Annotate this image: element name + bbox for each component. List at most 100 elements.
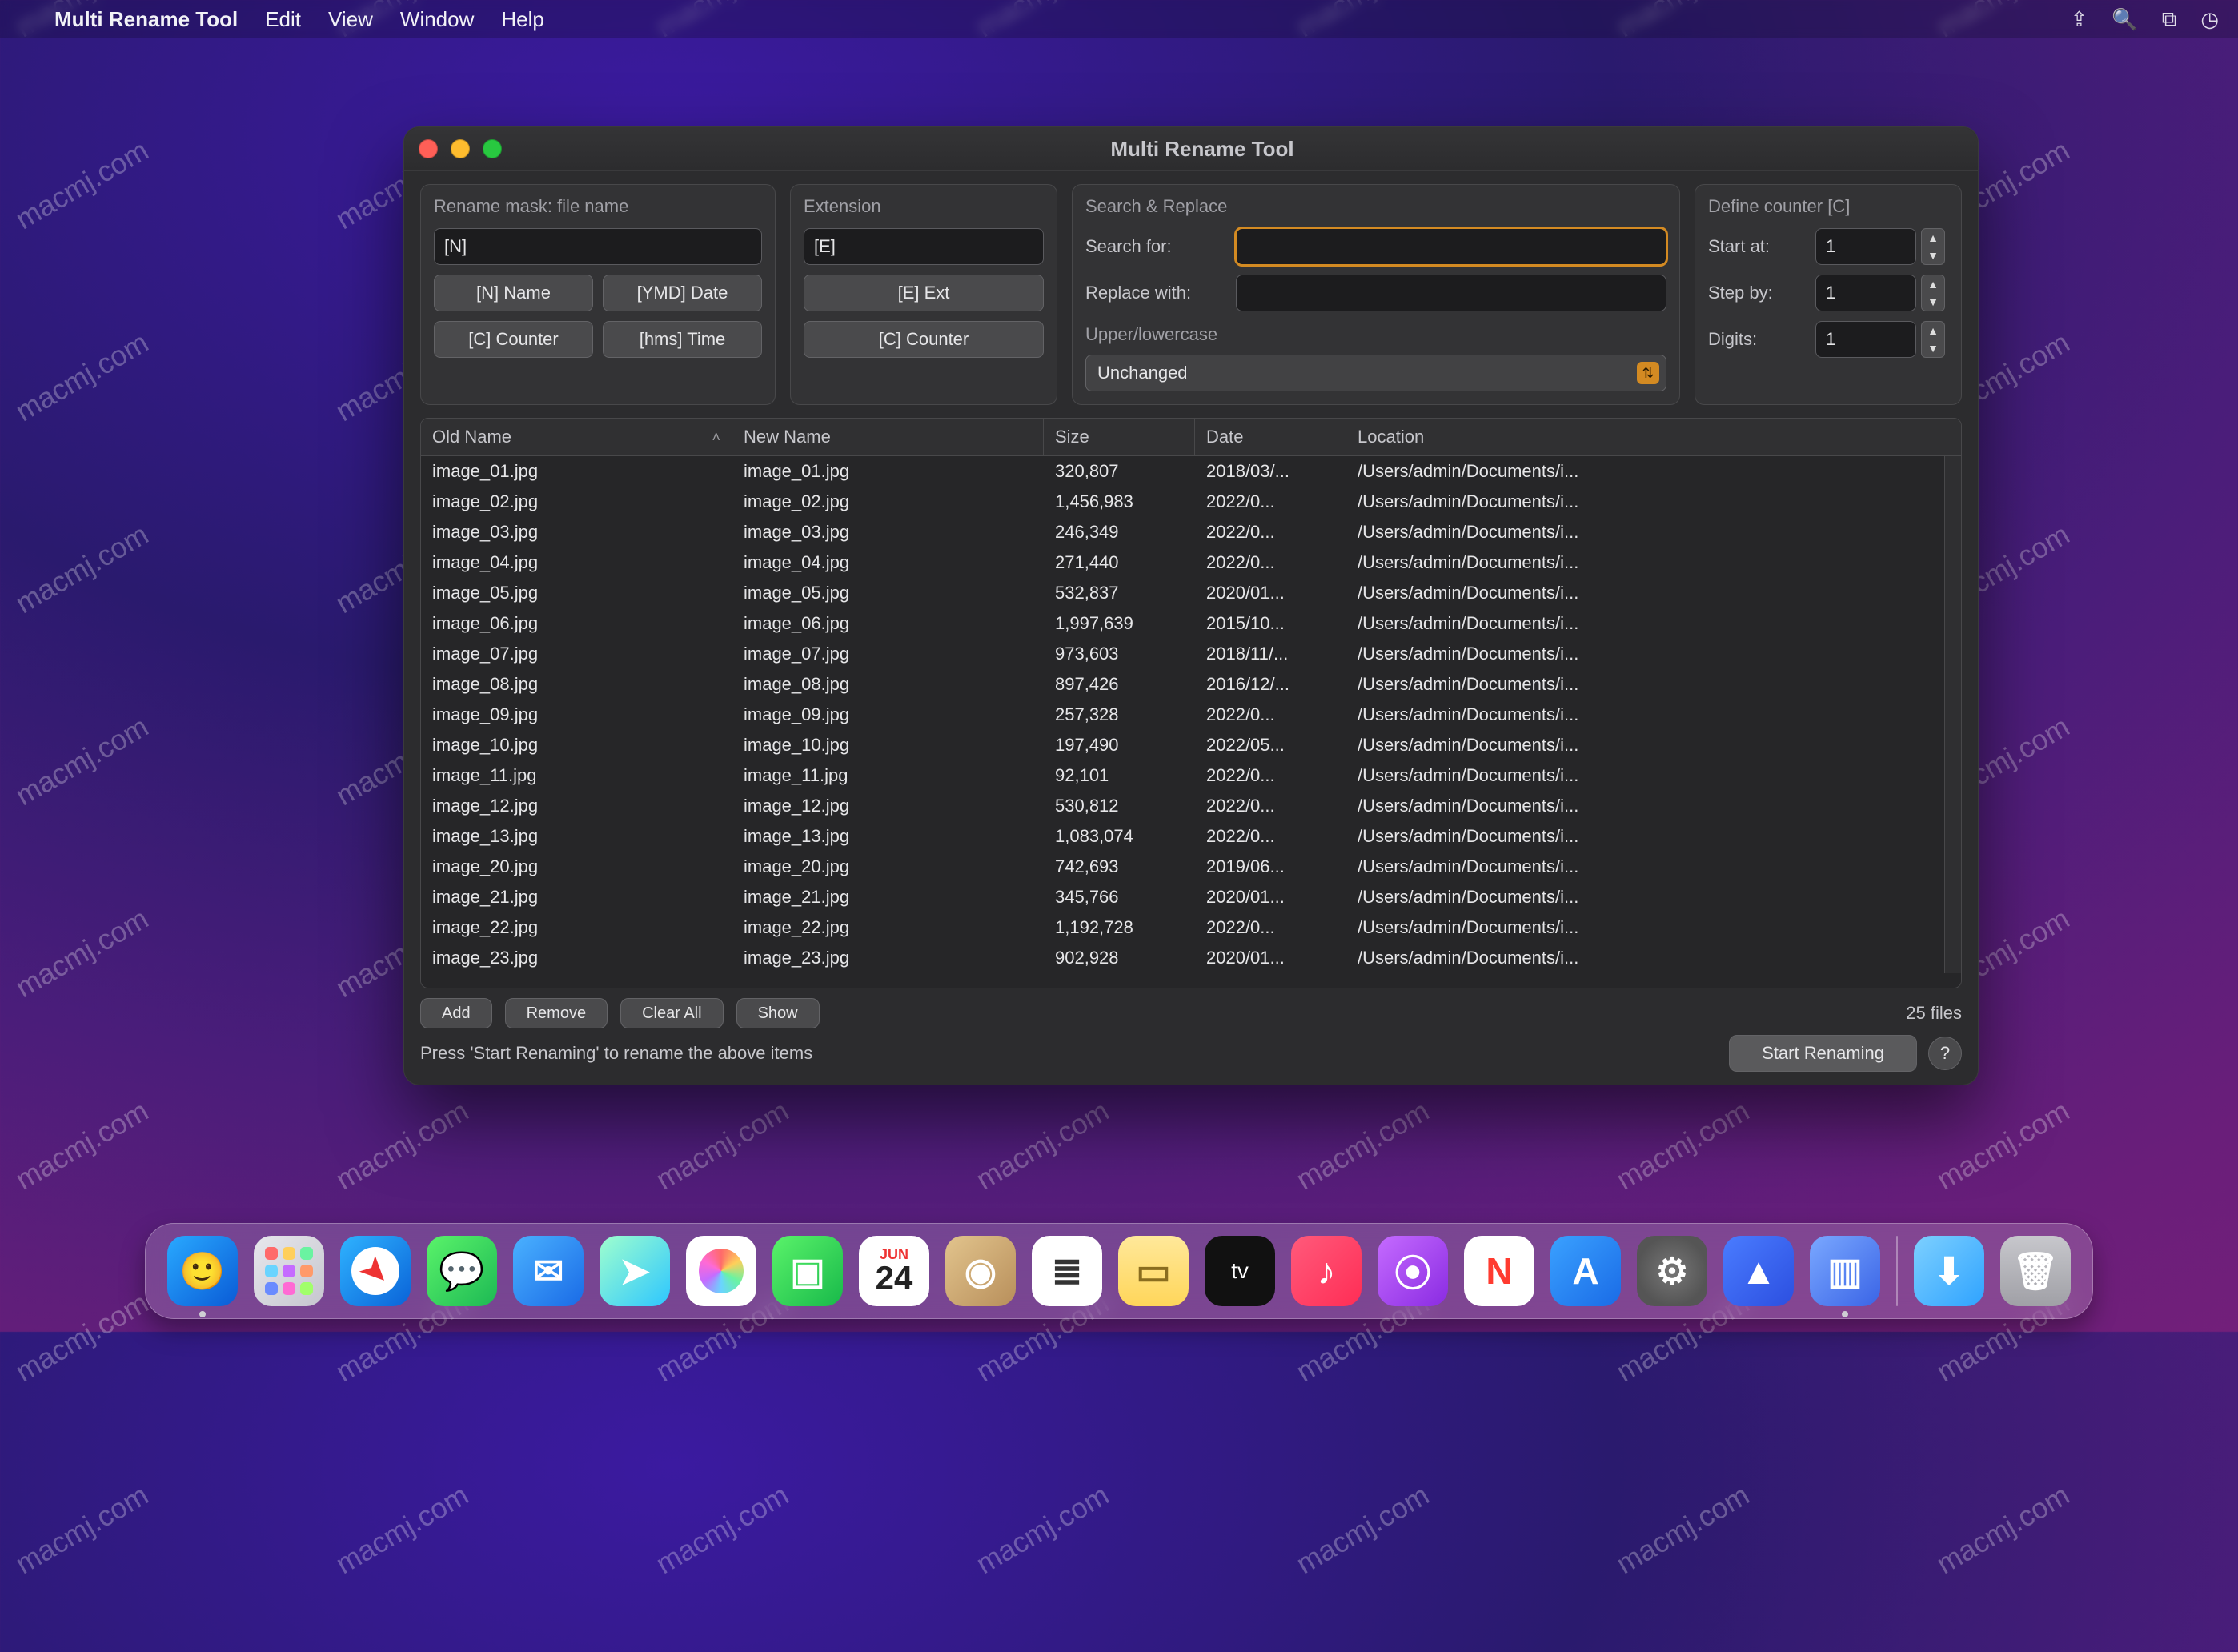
cell-location: /Users/admin/Documents/i... <box>1346 491 1944 512</box>
table-row[interactable]: image_08.jpgimage_08.jpg897,4262016/12/.… <box>421 669 1944 700</box>
status-text: Press 'Start Renaming' to rename the abo… <box>420 1043 812 1064</box>
cell-size: 257,328 <box>1044 704 1195 725</box>
remove-button[interactable]: Remove <box>505 998 608 1028</box>
table-row[interactable]: image_21.jpgimage_21.jpg345,7662020/01..… <box>421 882 1944 912</box>
minimize-button[interactable] <box>451 139 470 158</box>
dock-appstore[interactable]: A <box>1550 1236 1621 1306</box>
insert-counter-button[interactable]: [C] Counter <box>434 321 593 358</box>
spotlight-icon[interactable]: 🔍 <box>2112 7 2137 32</box>
table-row[interactable]: image_23.jpgimage_23.jpg902,9282020/01..… <box>421 943 1944 973</box>
cell-new-name: image_07.jpg <box>732 644 1044 664</box>
dock-notes[interactable]: ▭ <box>1118 1236 1189 1306</box>
cell-new-name: image_12.jpg <box>732 796 1044 816</box>
dock-contacts[interactable]: ◉ <box>945 1236 1016 1306</box>
clock-icon[interactable]: ◷ <box>2200 7 2219 32</box>
digits-stepper[interactable]: ▲▼ <box>1921 321 1945 358</box>
start-at-stepper[interactable]: ▲▼ <box>1921 228 1945 265</box>
add-button[interactable]: Add <box>420 998 492 1028</box>
table-row[interactable]: image_09.jpgimage_09.jpg257,3282022/0...… <box>421 700 1944 730</box>
column-location[interactable]: Location <box>1346 419 1961 455</box>
extension-input[interactable] <box>804 228 1044 265</box>
table-row[interactable]: image_02.jpgimage_02.jpg1,456,9832022/0.… <box>421 487 1944 517</box>
table-row[interactable]: image_01.jpgimage_01.jpg320,8072018/03/.… <box>421 456 1944 487</box>
column-size[interactable]: Size <box>1044 419 1195 455</box>
airdrop-icon[interactable]: ⇪ <box>2071 7 2088 32</box>
dock-safari[interactable]: ➤ <box>340 1236 411 1306</box>
cell-old-name: image_23.jpg <box>421 948 732 968</box>
cell-location: /Users/admin/Documents/i... <box>1346 704 1944 725</box>
digits-input[interactable] <box>1815 321 1916 358</box>
dock-messages[interactable]: 💬 <box>427 1236 497 1306</box>
start-at-input[interactable] <box>1815 228 1916 265</box>
table-row[interactable]: image_12.jpgimage_12.jpg530,8122022/0...… <box>421 791 1944 821</box>
table-row[interactable]: image_11.jpgimage_11.jpg92,1012022/0.../… <box>421 760 1944 791</box>
show-button[interactable]: Show <box>736 998 820 1028</box>
dock-mail[interactable]: ✉︎ <box>513 1236 584 1306</box>
dock-podcasts[interactable]: ⦿ <box>1378 1236 1448 1306</box>
menu-help[interactable]: Help <box>501 7 543 32</box>
dock-finder[interactable]: 🙂 <box>167 1236 238 1306</box>
menu-view[interactable]: View <box>328 7 373 32</box>
dock-tv[interactable]: tv <box>1205 1236 1275 1306</box>
dock-downloads[interactable]: ⬇︎ <box>1914 1236 1984 1306</box>
dock-news[interactable]: N <box>1464 1236 1534 1306</box>
cell-location: /Users/admin/Documents/i... <box>1346 552 1944 573</box>
table-row[interactable]: image_05.jpgimage_05.jpg532,8372020/01..… <box>421 578 1944 608</box>
dock-reminders[interactable]: ≣ <box>1032 1236 1102 1306</box>
insert-ext-button[interactable]: [E] Ext <box>804 275 1044 311</box>
dock-music[interactable]: ♪ <box>1291 1236 1362 1306</box>
cell-old-name: image_07.jpg <box>421 644 732 664</box>
clear-all-button[interactable]: Clear All <box>620 998 723 1028</box>
column-date[interactable]: Date <box>1195 419 1346 455</box>
column-new-name[interactable]: New Name <box>732 419 1044 455</box>
dock-calendar[interactable]: JUN24 <box>859 1236 929 1306</box>
cell-old-name: image_04.jpg <box>421 552 732 573</box>
control-center-icon[interactable]: ⧉ <box>2162 6 2177 32</box>
table-row[interactable]: image_20.jpgimage_20.jpg742,6932019/06..… <box>421 852 1944 882</box>
cell-location: /Users/admin/Documents/i... <box>1346 613 1944 634</box>
cell-old-name: image_01.jpg <box>421 461 732 482</box>
vertical-scrollbar[interactable] <box>1944 456 1961 973</box>
help-button[interactable]: ? <box>1928 1037 1962 1070</box>
insert-time-button[interactable]: [hms] Time <box>603 321 762 358</box>
menu-edit[interactable]: Edit <box>265 7 301 32</box>
dock-photos[interactable] <box>686 1236 756 1306</box>
extension-caption: Extension <box>804 196 1044 217</box>
dock-settings[interactable]: ⚙︎ <box>1637 1236 1707 1306</box>
close-button[interactable] <box>419 139 438 158</box>
table-row[interactable]: image_13.jpgimage_13.jpg1,083,0742022/0.… <box>421 821 1944 852</box>
table-row[interactable]: image_06.jpgimage_06.jpg1,997,6392015/10… <box>421 608 1944 639</box>
cell-size: 320,807 <box>1044 461 1195 482</box>
cell-size: 532,837 <box>1044 583 1195 603</box>
step-by-stepper[interactable]: ▲▼ <box>1921 275 1945 311</box>
table-row[interactable]: image_07.jpgimage_07.jpg973,6032018/11/.… <box>421 639 1944 669</box>
table-row[interactable]: image_03.jpgimage_03.jpg246,3492022/0...… <box>421 517 1944 547</box>
start-renaming-button[interactable]: Start Renaming <box>1729 1035 1917 1072</box>
rename-mask-input[interactable] <box>434 228 762 265</box>
case-select[interactable]: Unchanged ⇅ <box>1085 355 1666 391</box>
window-title: Multi Rename Tool <box>518 137 1887 162</box>
zoom-button[interactable] <box>483 139 502 158</box>
step-by-input[interactable] <box>1815 275 1916 311</box>
file-table: Old Name˄ New Name Size Date Location im… <box>420 418 1962 988</box>
dock-xcode[interactable]: ▲ <box>1723 1236 1794 1306</box>
insert-ext-counter-button[interactable]: [C] Counter <box>804 321 1044 358</box>
app-menu[interactable]: Multi Rename Tool <box>54 7 238 32</box>
menu-window[interactable]: Window <box>400 7 474 32</box>
dock-commander[interactable]: ▥ <box>1810 1236 1880 1306</box>
cell-date: 2019/06... <box>1195 856 1346 877</box>
table-row[interactable]: image_22.jpgimage_22.jpg1,192,7282022/0.… <box>421 912 1944 943</box>
titlebar[interactable]: Multi Rename Tool <box>404 127 1978 171</box>
table-row[interactable]: image_10.jpgimage_10.jpg197,4902022/05..… <box>421 730 1944 760</box>
dock-launchpad[interactable] <box>254 1236 324 1306</box>
dock-facetime[interactable]: ▣ <box>772 1236 843 1306</box>
table-row[interactable]: image_04.jpgimage_04.jpg271,4402022/0...… <box>421 547 1944 578</box>
dock-trash[interactable]: 🗑 <box>2000 1236 2071 1306</box>
dock-maps[interactable]: ➤ <box>600 1236 670 1306</box>
replace-with-input[interactable] <box>1236 275 1666 311</box>
insert-date-button[interactable]: [YMD] Date <box>603 275 762 311</box>
insert-name-button[interactable]: [N] Name <box>434 275 593 311</box>
cell-size: 897,426 <box>1044 674 1195 695</box>
search-for-input[interactable] <box>1236 228 1666 265</box>
column-old-name[interactable]: Old Name˄ <box>421 419 732 455</box>
